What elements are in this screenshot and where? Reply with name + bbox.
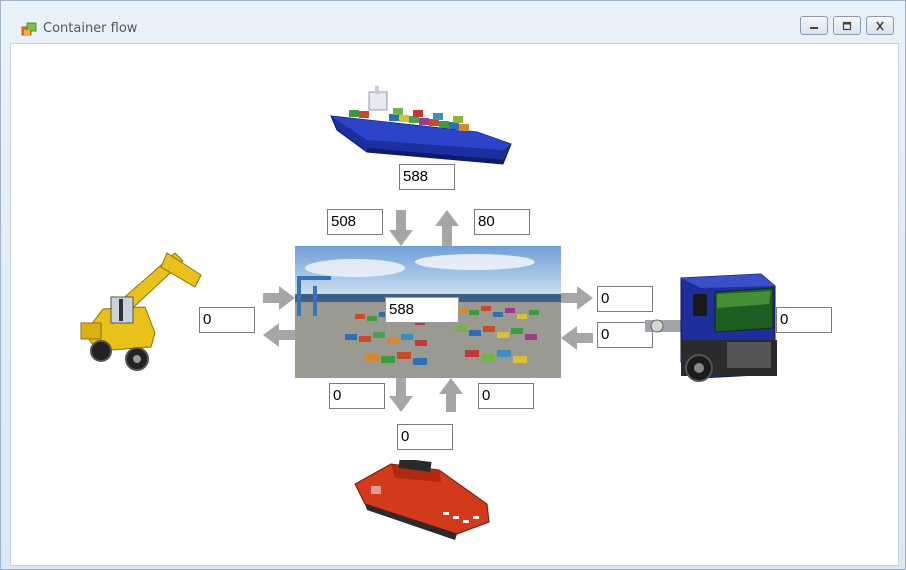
ship-total-field: 588: [399, 164, 455, 190]
title-bar[interactable]: Container flow: [1, 1, 905, 43]
truck-icon: [645, 273, 777, 382]
ship-out-field: 80: [474, 209, 530, 235]
window-title: Container flow: [43, 21, 138, 36]
reach-stacker-icon: [80, 252, 202, 371]
maximize-button[interactable]: [833, 16, 861, 35]
locomotive-icon: [354, 460, 490, 540]
train-in-field: 0: [478, 383, 534, 409]
ship-out-arrow-up-icon: [435, 210, 459, 246]
ship-in-arrow-down-icon: [389, 210, 413, 246]
yard-total-field: 588: [385, 297, 459, 323]
container-ship-icon: [330, 86, 512, 165]
truck-total-field: 0: [776, 307, 832, 333]
reachstacker-in-arrow-right-icon: [263, 286, 295, 310]
container-flow-app-icon: [21, 22, 37, 36]
reachstacker-total-field: 0: [199, 307, 255, 333]
train-total-field: 0: [397, 424, 453, 450]
maximize-icon: [842, 21, 852, 30]
truck-out-arrow-right-icon: [561, 286, 593, 310]
reachstacker-out-arrow-left-icon: [263, 323, 295, 347]
client-area: 588 508 80 588 0 0 0 0 0 0 0: [10, 43, 899, 566]
app-window: Container flow 588 508 80 588 0 0 0 0 0 …: [0, 0, 906, 570]
ship-in-field: 508: [327, 209, 383, 235]
truck-in-arrow-left-icon: [561, 326, 593, 350]
close-icon: [876, 21, 884, 30]
close-button[interactable]: [866, 16, 894, 35]
train-out-arrow-down-icon: [389, 378, 413, 412]
minimize-icon: [810, 26, 818, 29]
minimize-button[interactable]: [800, 16, 828, 35]
train-in-arrow-up-icon: [439, 378, 463, 412]
train-out-field: 0: [329, 383, 385, 409]
